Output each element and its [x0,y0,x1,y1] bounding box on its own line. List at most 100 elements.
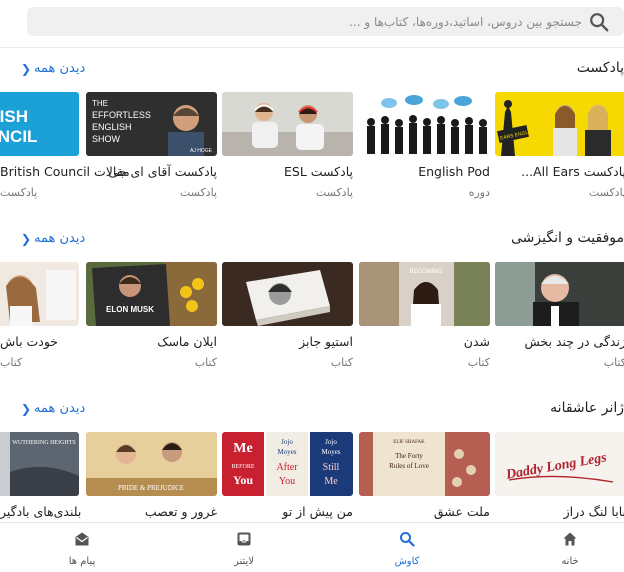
thumbnail-pride-prejudice: PRIDE & PREJUDICE [86,432,217,496]
thumbnail-forty-rules: ELIF SHAFAK The Forty Rules of Love [359,432,490,496]
card-title: من پیش از تو [282,504,353,519]
motivation-row: زندگی در چند بخش کتاب BECOMING شدن کتاب [0,262,624,372]
svg-text:COUNCIL: COUNCIL [0,127,37,146]
svg-text:ENGLISH: ENGLISH [92,122,132,132]
svg-text:You: You [279,476,295,487]
inbox-icon [237,532,251,546]
card-type: پادکست [179,186,217,199]
mail-icon [75,532,89,546]
thumbnail-me-before-you: Me BEFORE You Jojo Moyes After You Jojo … [222,432,353,496]
card-title: پادکست ESL [283,164,353,179]
svg-text:Moyes: Moyes [321,448,340,456]
tab-home-label: خانه [561,556,579,567]
thumb-text-pride-prejudice: PRIDE & PREJUDICE [118,484,184,492]
card-becoming[interactable]: BECOMING شدن کتاب [359,262,490,372]
svg-text:After: After [276,462,298,473]
home-icon [563,532,577,546]
tab-messages-label: پیام ها [68,556,96,567]
card-british-council[interactable]: BRITISH COUNCIL مقالات British Council پ… [0,92,130,202]
see-all-motivation[interactable]: ❮ دیدن همه [21,231,86,246]
search-box[interactable] [27,7,624,36]
card-title: خودت باش [0,334,59,349]
tab-explore-label: کاوش [394,556,420,567]
chevron-left-icon: ❮ [21,232,32,246]
tab-explore[interactable]: کاوش [367,523,447,572]
card-title: غرور و تعصب [144,504,217,519]
svg-text:Jojo: Jojo [325,438,337,446]
card-aj-hoge[interactable]: THE EFFORTLESS ENGLISH SHOW AJ HOGE پادک… [86,92,217,202]
card-title: ایلان ماسک [157,334,217,349]
bottom-tab-bar: خانه کاوش لایتنر پیام ها [0,522,624,572]
card-life-in-pieces[interactable]: زندگی در چند بخش کتاب [495,262,624,372]
card-title: بابا لنگ دراز [563,504,624,519]
search-bar [0,0,624,48]
svg-text:Moyes: Moyes [277,448,296,456]
svg-text:Jojo: Jojo [281,438,293,446]
tab-leitner-label: لایتنر [233,556,255,567]
svg-text:Rules of Love: Rules of Love [389,462,429,470]
card-title: مقالات British Council [0,164,130,179]
thumbnail-elon-musk: ELON MUSK [86,262,217,326]
card-type: پادکست [0,186,38,199]
card-type: کتاب [330,356,353,369]
svg-text:You: You [233,473,253,487]
card-title: استیو جابز [299,334,353,349]
card-type: کتاب [194,356,217,369]
card-esl[interactable]: پادکست ESL پادکست [222,92,353,202]
svg-text:BRITISH: BRITISH [0,107,28,126]
card-be-yourself[interactable]: خودت باش کتاب [0,262,79,372]
thumbnail-wuthering-heights: WUTHERING HEIGHTS [0,432,79,496]
thumbnail-all-ears: ALL EARS ENGLISH [495,92,624,156]
podcast-row: ALL EARS ENGLISH پادکست All Ears... پادک… [0,92,624,202]
card-title: English Pod [418,164,490,179]
card-type: دوره [468,186,490,199]
svg-text:Still: Still [323,462,340,473]
see-all-label: دیدن همه [34,61,86,76]
card-type: کتاب [603,356,624,369]
chevron-left-icon: ❮ [21,62,32,76]
thumbnail-daddy-long-legs: Daddy Long Legs [495,432,624,496]
card-title: بلندی‌های بادگیر [0,504,82,519]
search-input[interactable] [27,7,582,36]
svg-text:THE: THE [92,99,108,108]
card-type: کتاب [467,356,490,369]
card-title: پادکست All Ears... [521,164,624,179]
svg-text:ELIF SHAFAK: ELIF SHAFAK [393,440,425,445]
chevron-left-icon: ❮ [21,402,32,416]
tab-messages[interactable]: پیام ها [42,523,122,572]
thumb-text-elon-musk: ELON MUSK [106,305,154,314]
svg-text:SHOW: SHOW [92,134,121,144]
card-title: ملت عشق [433,504,490,519]
tab-home[interactable]: خانه [530,523,610,572]
tab-leitner[interactable]: لایتنر [204,523,284,572]
section-title-motivation: موفقیت و انگیزشی [510,230,624,246]
svg-text:EFFORTLESS: EFFORTLESS [92,110,151,120]
see-all-podcast[interactable]: ❮ دیدن همه [21,61,86,76]
section-title-podcast: پادکست [576,60,624,76]
see-all-label: دیدن همه [34,401,86,416]
card-title: شدن [463,334,490,349]
thumb-text-wuthering-heights: WUTHERING HEIGHTS [12,440,76,446]
thumbnail-steve-jobs [222,262,353,326]
thumb-text-becoming: BECOMING [410,269,443,275]
card-elon-musk[interactable]: ELON MUSK ایلان ماسک کتاب [86,262,217,372]
card-title: زندگی در چند بخش [524,334,624,349]
card-all-ears[interactable]: ALL EARS ENGLISH پادکست All Ears... پادک… [495,92,624,202]
svg-text:The Forty: The Forty [395,452,423,460]
thumbnail-aj-hoge: THE EFFORTLESS ENGLISH SHOW AJ HOGE [86,92,217,156]
thumbnail-be-yourself [0,262,79,326]
search-icon [400,532,415,547]
card-type: پادکست [315,186,353,199]
svg-text:Me: Me [324,476,338,487]
section-title-romance: ژانر عاشقانه [550,400,624,416]
thumbnail-esl [222,92,353,156]
card-steve-jobs[interactable]: استیو جابز کتاب [222,262,353,372]
thumbnail-becoming: BECOMING [359,262,490,326]
svg-text:Me: Me [233,441,252,456]
svg-text:AJ HOGE: AJ HOGE [190,148,213,154]
see-all-romance[interactable]: ❮ دیدن همه [21,401,86,416]
card-type: پادکست [588,186,624,199]
see-all-label: دیدن همه [34,231,86,246]
card-english-pod[interactable]: English Pod دوره [359,92,490,202]
search-icon[interactable] [588,11,610,33]
